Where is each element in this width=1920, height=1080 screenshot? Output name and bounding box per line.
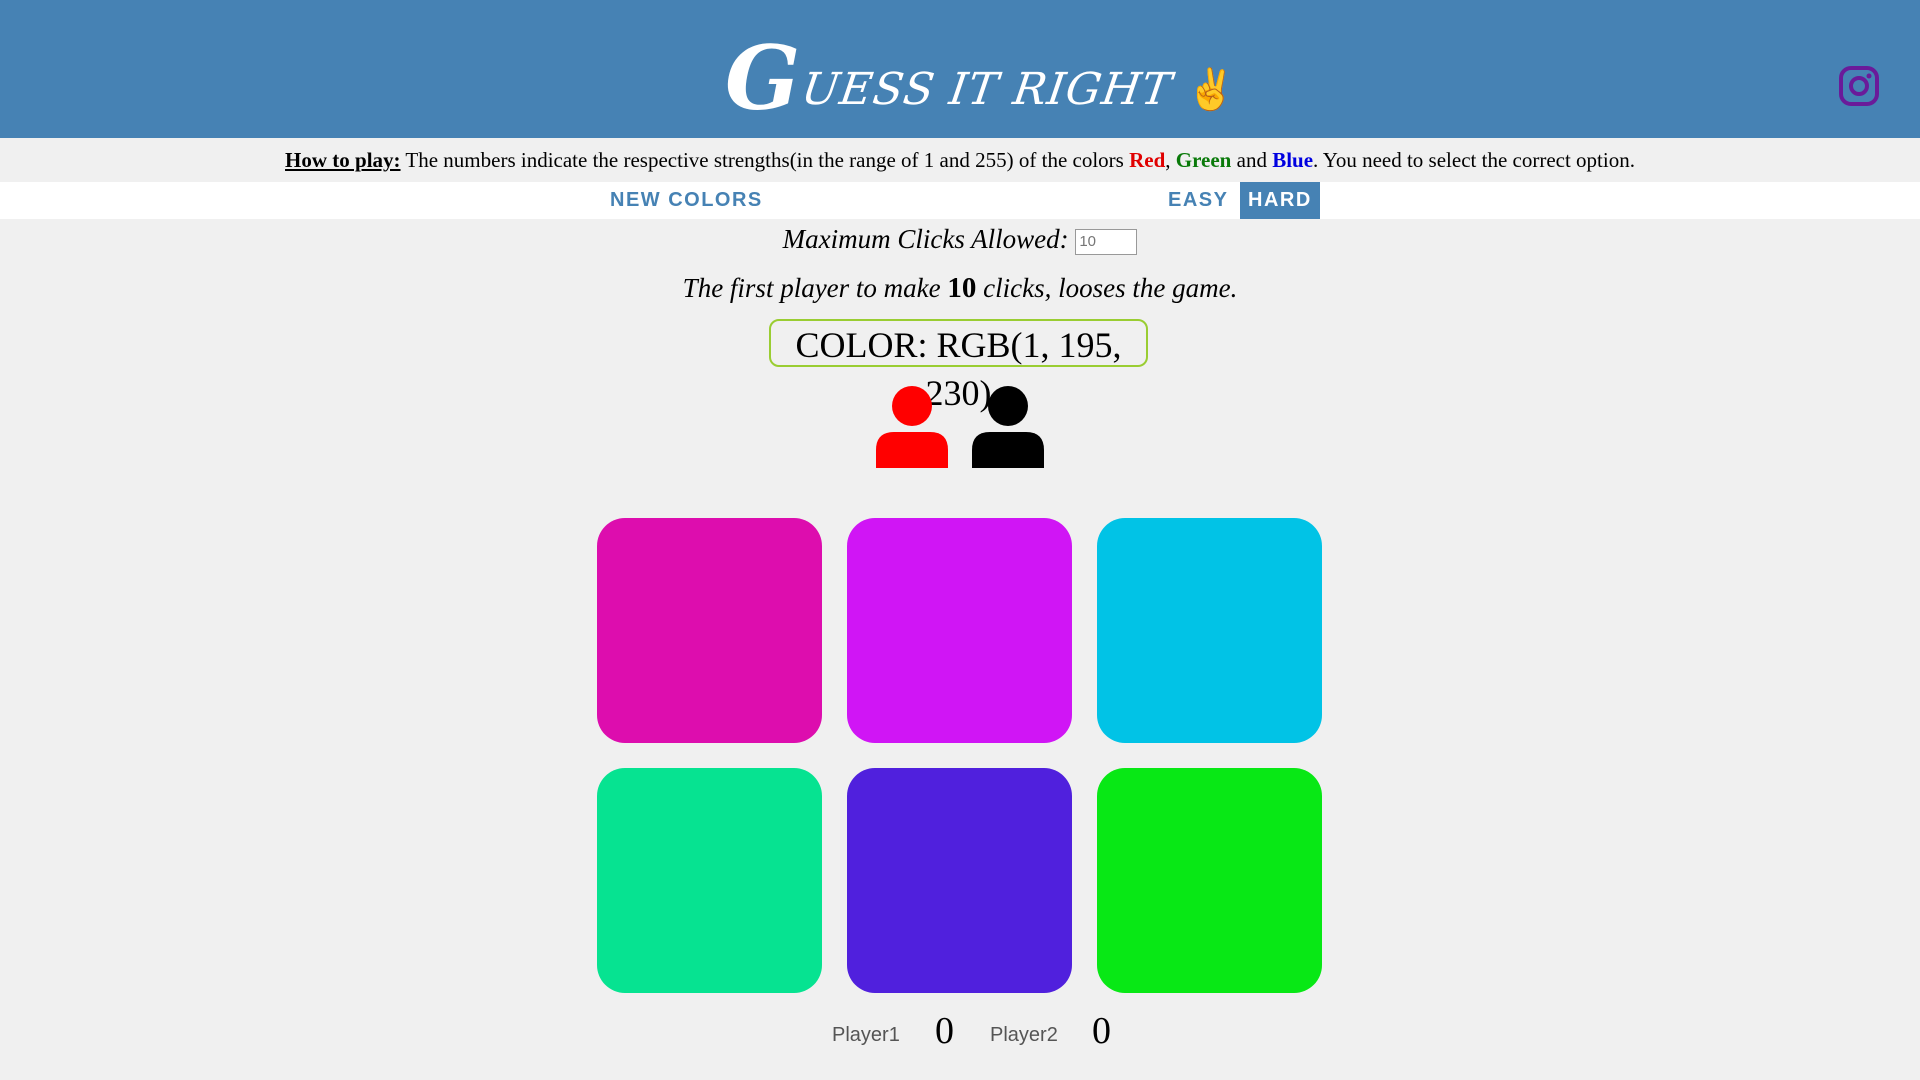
separator: , bbox=[1165, 148, 1176, 172]
player2-label: Player2 bbox=[990, 1024, 1058, 1046]
player1-score: 0 bbox=[935, 1010, 954, 1052]
hard-mode-button[interactable]: HARD bbox=[1240, 182, 1320, 219]
blue-word: Blue bbox=[1272, 148, 1314, 172]
color-square[interactable] bbox=[847, 518, 1072, 743]
max-clicks-row: Maximum Clicks Allowed: bbox=[0, 224, 1920, 255]
target-color-display: COLOR: RGB(1, 195, 230) bbox=[769, 319, 1148, 413]
player2-score: 0 bbox=[1092, 1010, 1111, 1052]
easy-mode-button[interactable]: EASY bbox=[1160, 182, 1236, 219]
player1-user-icon bbox=[876, 386, 948, 468]
color-square[interactable] bbox=[1097, 518, 1322, 743]
logo-text: UESS IT RIGHT bbox=[798, 64, 1176, 115]
green-word: Green bbox=[1175, 148, 1232, 172]
rule-text: The first player to make 10 clicks, loos… bbox=[0, 272, 1920, 305]
navbar: NEW COLORS EASY HARD bbox=[0, 182, 1920, 219]
max-clicks-label: Maximum Clicks Allowed: bbox=[782, 224, 1069, 254]
color-square[interactable] bbox=[847, 768, 1072, 993]
separator: and bbox=[1231, 148, 1273, 172]
max-clicks-input[interactable] bbox=[1075, 228, 1138, 255]
header: G UESS IT RIGHT ✌ bbox=[0, 0, 1920, 138]
how-to-play-text-end: . You need to select the correct option. bbox=[1313, 148, 1635, 172]
color-square[interactable] bbox=[597, 768, 822, 993]
how-to-play-text: The numbers indicate the respective stre… bbox=[400, 148, 1130, 172]
instagram-icon[interactable] bbox=[1838, 65, 1880, 107]
red-word: Red bbox=[1129, 148, 1166, 172]
rule-click-count: 10 bbox=[947, 272, 977, 304]
peace-hand-icon: ✌ bbox=[1185, 67, 1236, 113]
logo-initial: G bbox=[725, 26, 801, 130]
how-to-play-label: How to play: bbox=[285, 148, 401, 172]
how-to-play: How to play: The numbers indicate the re… bbox=[0, 138, 1920, 182]
game-logo: G UESS IT RIGHT ✌ bbox=[725, 22, 1236, 122]
color-square[interactable] bbox=[597, 518, 822, 743]
player1-label: Player1 bbox=[832, 1024, 900, 1046]
new-colors-button[interactable]: NEW COLORS bbox=[602, 182, 771, 219]
rule-text-start: The first player to make bbox=[682, 273, 948, 303]
rule-text-end: clicks, looses the game. bbox=[976, 273, 1238, 303]
player2-user-icon bbox=[972, 386, 1044, 468]
color-square[interactable] bbox=[1097, 768, 1322, 993]
